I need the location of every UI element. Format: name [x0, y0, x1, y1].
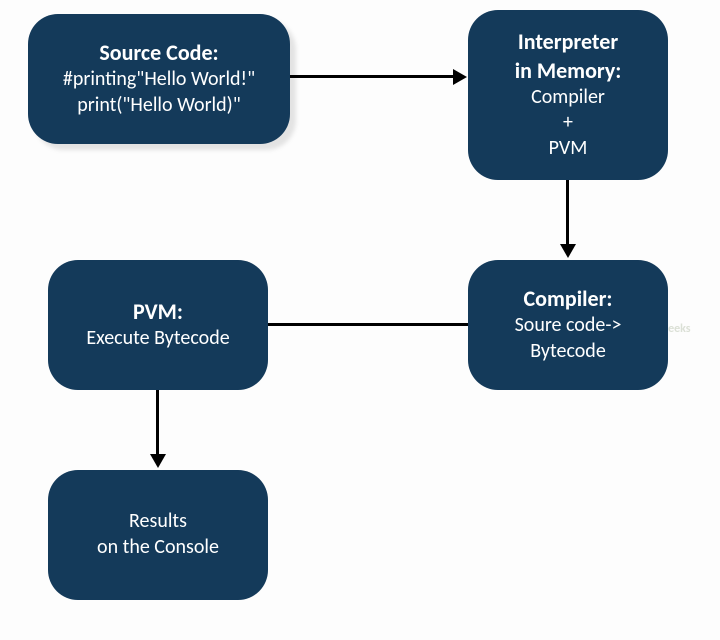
source-code-line1: #printing"Hello World!" [63, 67, 255, 93]
arrow-source-to-interpreter [290, 75, 455, 78]
source-code-line2: print("Hello World)" [77, 93, 241, 119]
interpreter-title-2: in Memory: [515, 57, 622, 85]
arrowhead-interpreter-to-compiler [560, 244, 576, 258]
interpreter-line3: PVM [549, 136, 588, 162]
results-node: Results on the Console [48, 470, 268, 600]
interpreter-title-1: Interpreter [518, 28, 618, 56]
line-compiler-to-pvm [268, 323, 468, 326]
arrowhead-pvm-to-results [150, 454, 166, 468]
pvm-line1: Execute Bytecode [86, 326, 229, 352]
arrow-interpreter-to-compiler [566, 180, 569, 246]
results-line1: Results [129, 509, 187, 535]
arrow-pvm-to-results [156, 390, 159, 456]
compiler-line1: Soure code-> [515, 313, 622, 339]
source-code-node: Source Code: #printing"Hello World!" pri… [28, 14, 290, 144]
arrowhead-source-to-interpreter [453, 69, 467, 85]
compiler-title: Compiler: [524, 285, 613, 313]
interpreter-line2: + [563, 110, 573, 136]
interpreter-node: Interpreter in Memory: Compiler + PVM [468, 10, 668, 180]
results-line2: on the Console [97, 535, 219, 561]
source-code-title: Source Code: [99, 39, 218, 67]
pvm-node: PVM: Execute Bytecode [48, 260, 268, 390]
interpreter-line1: Compiler [531, 85, 605, 111]
pvm-title: PVM: [133, 298, 183, 326]
compiler-node: Compiler: Soure code-> Bytecode [468, 260, 668, 390]
compiler-line2: Bytecode [530, 339, 606, 365]
